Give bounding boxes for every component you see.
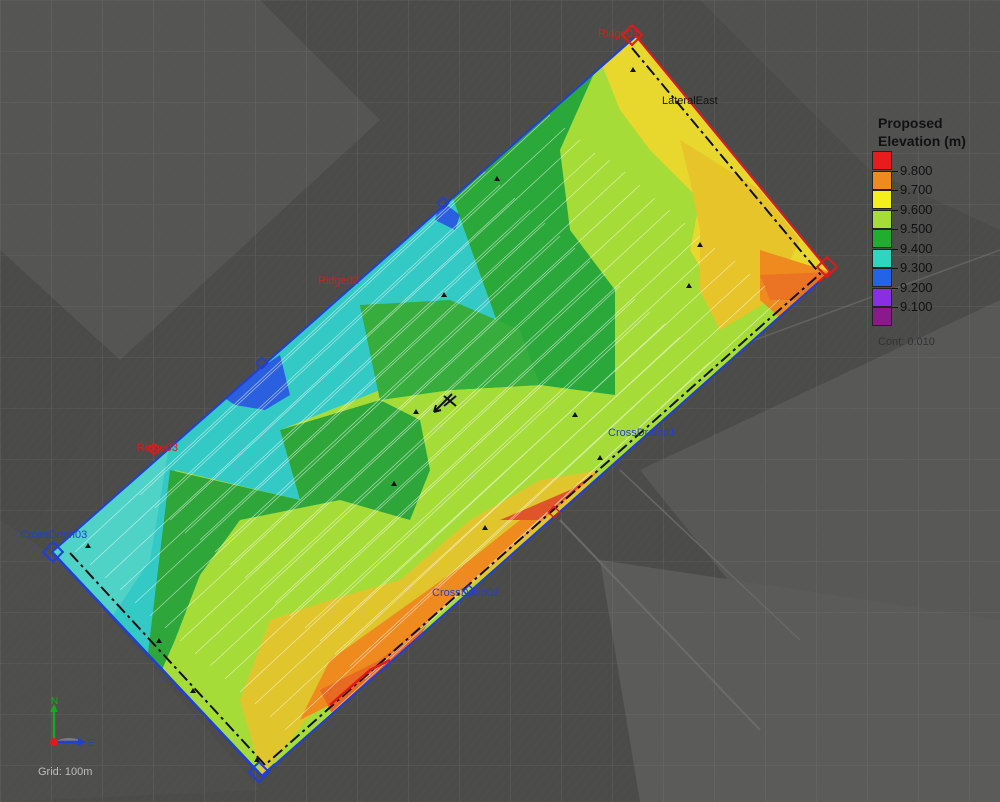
- map-canvas[interactable]: [0, 0, 1000, 802]
- legend-swatch: [872, 209, 892, 229]
- legend-value: 9.700: [900, 182, 933, 197]
- legend-tick: [892, 287, 898, 289]
- compass-icon: N E: [50, 696, 95, 749]
- compass-north-label: N: [51, 696, 58, 707]
- label-crossdrain03: CrossDrain03: [20, 529, 88, 541]
- legend-title: Proposed Elevation (m): [878, 115, 966, 149]
- legend-value: 9.200: [900, 279, 933, 295]
- legend-value: 9.100: [900, 299, 933, 314]
- legend-value: 9.300: [900, 260, 933, 275]
- legend-tick: [892, 248, 898, 250]
- label-ridge01: Ridge01: [598, 28, 639, 40]
- elevation-legend: Proposed Elevation (m) 9.800 9.700 9.600 9.…: [872, 114, 982, 329]
- legend-swatch: [872, 307, 892, 326]
- legend-tick: [892, 268, 898, 269]
- label-crossdrain01: CrossDrain01: [608, 427, 676, 439]
- compass-east-label: E: [88, 738, 95, 749]
- legend-tick: [892, 229, 898, 230]
- legend-swatch: [872, 151, 892, 170]
- legend-tick: [892, 209, 898, 211]
- legend-tick: [892, 170, 898, 172]
- legend-swatch: [872, 190, 892, 209]
- legend-swatch: [872, 287, 892, 307]
- legend-swatch: [872, 170, 892, 190]
- legend-swatch: [872, 268, 892, 287]
- contour-interval: Cont: 0.010: [878, 336, 935, 348]
- legend-value: 9.800: [900, 162, 933, 178]
- legend-value: 9.600: [900, 201, 933, 217]
- grid-scale-note: Grid: 100m: [38, 766, 93, 778]
- label-lateral-east: LateralEast: [662, 95, 718, 107]
- legend-body: 9.800 9.700 9.600 9.500 9.400 9.300 9.200 9.100: [872, 151, 982, 329]
- legend-tick: [892, 190, 898, 191]
- legend-swatch: [872, 248, 892, 268]
- label-ridge03: Ridge03: [137, 442, 178, 454]
- label-crossdrain02: CrossDrain02: [432, 587, 500, 599]
- legend-swatch: [872, 229, 892, 248]
- legend-tick: [892, 307, 898, 308]
- label-ridge02: Ridge02: [318, 275, 359, 287]
- legend-value: 9.500: [900, 221, 933, 236]
- legend-value: 9.400: [900, 240, 933, 256]
